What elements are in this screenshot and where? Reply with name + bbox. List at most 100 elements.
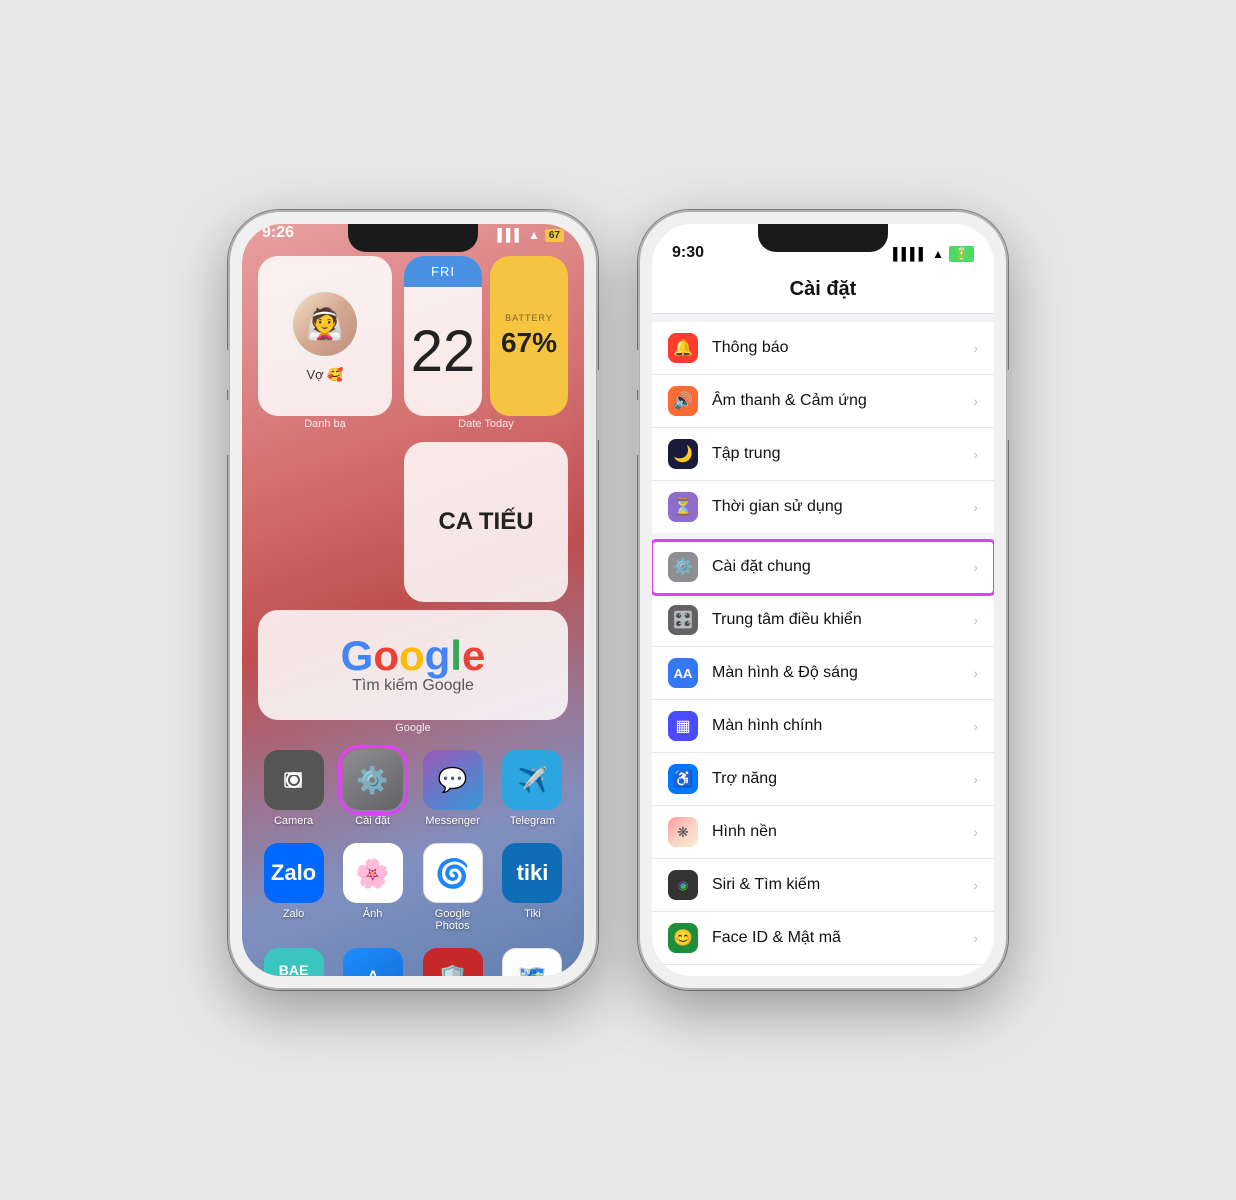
settings-row-sos[interactable]: SOS SOS khẩn cấp › [652,965,994,976]
settings-group-1: 🔔 Thông báo › 🔊 Âm thanh & Cảm ứng › [652,322,994,533]
grid-icon: ▦ [675,716,690,736]
settings-row-sound[interactable]: 🔊 Âm thanh & Cảm ứng › [652,375,994,428]
notch [348,224,478,252]
face-icon: 😊 [673,928,693,948]
app-photos[interactable]: 🌸 Ảnh [341,843,404,932]
settings-row-siri[interactable]: ◉ Siri & Tìm kiếm › [652,859,994,912]
settings-row-accessibility[interactable]: ♿ Trợ năng › [652,753,994,806]
contact-name: Vợ 🥰 [307,367,344,383]
photos-icon: 🌸 [343,843,403,903]
ca-tieu-widget[interactable]: CA TIẾU [404,442,568,602]
moon-icon: 🌙 [673,444,693,464]
messenger-icon: 💬 [423,750,483,810]
google-widget-label: Google [395,722,430,738]
widgets-area: 👰 Vợ 🥰 Danh bạ FRI 22 [242,248,584,610]
focus-icon: 🌙 [668,439,698,469]
settings-signal-icon: ▌▌▌▌ [893,247,927,261]
contact-widget-label: Danh bạ [304,418,346,434]
wallpaper-label: Hình nền [712,823,973,841]
gear-icon: ⚙️ [673,557,693,577]
faceid-icon: 😊 [668,923,698,953]
display-label: Màn hình & Độ sáng [712,664,973,682]
telegram-label: Telegram [510,815,555,827]
google-widget[interactable]: Google Tìm kiếm Google [258,610,568,720]
accessibility-label: Trợ năng [712,770,973,788]
faceid-chevron: › [973,930,978,946]
settings-icon: ⚙️ [343,750,403,810]
accessibility-chevron: › [973,771,978,787]
phone2-volume-up[interactable] [635,350,639,390]
general-icon: ⚙️ [668,552,698,582]
phone2-volume-down[interactable] [635,400,639,455]
app-zalo[interactable]: Zalo Zalo [262,843,325,932]
app-appstore[interactable]: A App Store [341,948,404,976]
battery-widget-label: BATTERY [505,313,553,323]
app-telegram[interactable]: ✈️ Telegram [501,750,564,827]
app-google-photos[interactable]: 🌀 Google Photos [420,843,485,932]
contact-widget[interactable]: 👰 Vợ 🥰 [258,256,392,416]
status-icons: ▌▌▌ ▲ 67 [497,228,564,242]
signal-icon: ▌▌▌ [497,228,523,242]
power-button[interactable] [597,370,601,440]
status-time: 9:26 [262,224,294,242]
date-widget[interactable]: FRI 22 [404,256,482,416]
settings-row-focus[interactable]: 🌙 Tập trung › [652,428,994,481]
settings-group-2: ⚙️ Cài đặt chung › 🎛️ Trung tâm điều khi… [652,541,994,976]
telegram-icon: ✈️ [502,750,562,810]
app-tiki[interactable]: tiki Tiki [501,843,564,932]
phone2-power[interactable] [1007,370,1011,440]
settings-status-time: 9:30 [672,244,704,262]
person-circle-icon: ♿ [673,769,693,789]
app-baemin[interactable]: BAEMIN BAEMIN [262,948,325,976]
app-camera[interactable]: Camera [262,750,325,827]
date-day: FRI [404,256,482,287]
wifi-icon: ▲ [528,228,540,242]
zalo-label: Zalo [283,908,304,920]
settings-wifi-icon: ▲ [932,247,944,261]
settings-list: 🔔 Thông báo › 🔊 Âm thanh & Cảm ứng › [652,314,994,976]
volume-up-button[interactable] [225,350,229,390]
siri-glyph: ◉ [678,878,688,892]
battery-widget[interactable]: BATTERY 67% [490,256,568,416]
general-chevron: › [973,559,978,575]
volume-down-button[interactable] [225,400,229,455]
homescreen-icon: ▦ [668,711,698,741]
settings-status-icons: ▌▌▌▌ ▲ 🔋 [893,246,974,262]
settings-row-homescreen[interactable]: ▦ Màn hình chính › [652,700,994,753]
app-authenticator[interactable]: 🛡️ Authenticator [420,948,485,976]
siri-icon: ◉ [668,870,698,900]
appstore-icon: A [343,948,403,976]
screentime-label: Thời gian sử dụng [712,498,973,516]
settings-row-wallpaper[interactable]: ❋ Hình nền › [652,806,994,859]
tiki-icon: tiki [502,843,562,903]
phone-2: 9:30 ▌▌▌▌ ▲ 🔋 Cài đặt 🔔 [638,210,1008,990]
settings-row-screentime[interactable]: ⏳ Thời gian sử dụng › [652,481,994,533]
google-search-text: Tìm kiếm Google [352,677,474,695]
app-messenger[interactable]: 💬 Messenger [420,750,485,827]
siri-chevron: › [973,877,978,893]
hourglass-icon: ⏳ [673,497,693,517]
app-grid: Camera ⚙️ Cài đặt 💬 Messenger [242,750,584,976]
sound-label: Âm thanh & Cảm ứng [712,392,973,410]
screentime-chevron: › [973,499,978,515]
settings-row-display[interactable]: AA Màn hình & Độ sáng › [652,647,994,700]
app-maps[interactable]: 🗺️ Google Maps [501,948,564,976]
settings-row-controlcenter[interactable]: 🎛️ Trung tâm điều khiển › [652,594,994,647]
authenticator-icon: 🛡️ [423,948,483,976]
maps-icon: 🗺️ [502,948,562,976]
phone-1: 9:26 ▌▌▌ ▲ 67 👰 Vợ 🥰 Danh [228,210,598,990]
google-photos-label: Google Photos [420,908,485,932]
google-photos-icon: 🌀 [423,843,483,903]
app-settings[interactable]: ⚙️ Cài đặt [341,750,404,827]
svg-text:A: A [365,966,380,976]
general-label: Cài đặt chung [712,558,973,576]
settings-row-faceid[interactable]: 😊 Face ID & Mật mã › [652,912,994,965]
screentime-icon: ⏳ [668,492,698,522]
sliders-icon: 🎛️ [673,610,693,630]
settings-screen: 9:30 ▌▌▌▌ ▲ 🔋 Cài đặt 🔔 [652,224,994,976]
bell-icon: 🔔 [673,338,693,358]
focus-label: Tập trung [712,445,973,463]
settings-row-general[interactable]: ⚙️ Cài đặt chung › [652,541,994,594]
messenger-label: Messenger [425,815,479,827]
settings-row-notifications[interactable]: 🔔 Thông báo › [652,322,994,375]
